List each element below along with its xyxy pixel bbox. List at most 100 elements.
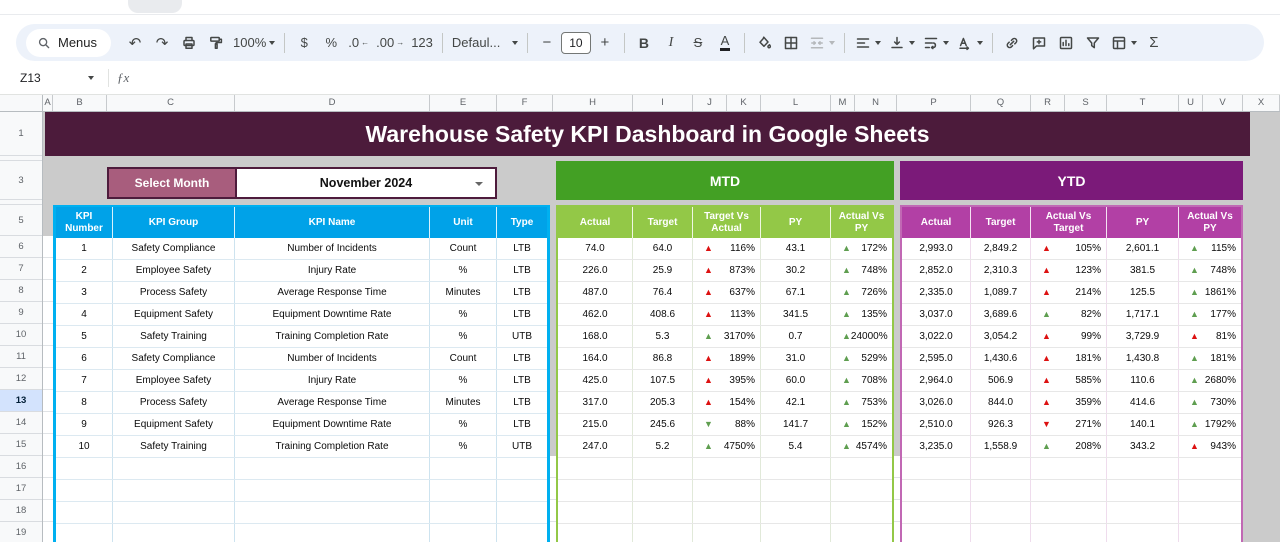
cell-ytd-avt[interactable]: ▲ 99% bbox=[1031, 326, 1107, 347]
font-size-input[interactable]: 10 bbox=[560, 31, 591, 54]
empty-cell[interactable] bbox=[633, 480, 693, 501]
cell-ytd-avpy[interactable]: ▲ 177% bbox=[1179, 304, 1241, 325]
cell-ytd-actual[interactable]: 3,235.0 bbox=[902, 436, 971, 457]
cell-ytd-py[interactable]: 140.1 bbox=[1107, 414, 1179, 435]
col-header-N[interactable]: N bbox=[855, 95, 897, 111]
cell-mtd-tva[interactable]: ▲ 113% bbox=[693, 304, 761, 325]
cell-ytd-avpy[interactable]: ▲ 748% bbox=[1179, 260, 1241, 281]
empty-cell[interactable] bbox=[971, 502, 1031, 523]
cell-mtd-py[interactable]: 60.0 bbox=[761, 370, 831, 391]
empty-cell[interactable] bbox=[902, 524, 971, 542]
cell-mtd-avpy[interactable]: ▲ 152% bbox=[831, 414, 892, 435]
empty-cell[interactable] bbox=[497, 502, 547, 523]
cell-mtd-target[interactable]: 5.2 bbox=[633, 436, 693, 457]
cell-kpi-group[interactable]: Employee Safety bbox=[113, 370, 235, 391]
row-header-14[interactable]: 14 bbox=[0, 412, 42, 434]
cell-kpi-type[interactable]: LTB bbox=[497, 414, 547, 435]
cell-mtd-avpy[interactable]: ▲ 4574% bbox=[831, 436, 892, 457]
cell-kpi-name[interactable]: Equipment Downtime Rate bbox=[235, 304, 430, 325]
cell-mtd-target[interactable]: 5.3 bbox=[633, 326, 693, 347]
cell-ytd-actual[interactable]: 2,595.0 bbox=[902, 348, 971, 369]
empty-cell[interactable] bbox=[1031, 502, 1107, 523]
cell-kpi-name[interactable]: Average Response Time bbox=[235, 392, 430, 413]
cell-mtd-py[interactable]: 341.5 bbox=[761, 304, 831, 325]
cell-ytd-avt[interactable]: ▲ 181% bbox=[1031, 348, 1107, 369]
empty-cell[interactable] bbox=[971, 524, 1031, 542]
empty-cell[interactable] bbox=[235, 502, 430, 523]
cell-ytd-avt[interactable]: ▲ 105% bbox=[1031, 238, 1107, 259]
cell-mtd-actual[interactable]: 462.0 bbox=[558, 304, 633, 325]
empty-cell[interactable] bbox=[693, 502, 761, 523]
cell-kpi-name[interactable]: Injury Rate bbox=[235, 370, 430, 391]
insert-chart-button[interactable] bbox=[1053, 30, 1079, 56]
mtd-header-py[interactable]: PY bbox=[761, 207, 831, 238]
ytd-header-actual-vs-target[interactable]: Actual Vs Target bbox=[1031, 207, 1107, 238]
col-header-H[interactable]: H bbox=[553, 95, 633, 111]
col-header-T[interactable]: T bbox=[1107, 95, 1179, 111]
empty-cell[interactable] bbox=[902, 480, 971, 501]
cell-kpi-group[interactable]: Safety Compliance bbox=[113, 348, 235, 369]
col-header-X[interactable]: X bbox=[1243, 95, 1280, 111]
col-header-K[interactable]: K bbox=[727, 95, 761, 111]
cell-kpi-number[interactable]: 9 bbox=[56, 414, 113, 435]
cell-mtd-py[interactable]: 0.7 bbox=[761, 326, 831, 347]
empty-cell[interactable] bbox=[497, 480, 547, 501]
cell-mtd-actual[interactable]: 168.0 bbox=[558, 326, 633, 347]
cell-kpi-group[interactable]: Safety Compliance bbox=[113, 238, 235, 259]
kpi-header-unit[interactable]: Unit bbox=[430, 207, 497, 238]
empty-cell[interactable] bbox=[693, 524, 761, 542]
empty-cell[interactable] bbox=[1031, 524, 1107, 542]
cell-ytd-avpy[interactable]: ▲ 2680% bbox=[1179, 370, 1241, 391]
cell-ytd-py[interactable]: 381.5 bbox=[1107, 260, 1179, 281]
col-header-D[interactable]: D bbox=[235, 95, 430, 111]
col-header-B[interactable]: B bbox=[53, 95, 107, 111]
empty-cell[interactable] bbox=[1179, 480, 1241, 501]
empty-cell[interactable] bbox=[497, 458, 547, 479]
cell-ytd-target[interactable]: 2,310.3 bbox=[971, 260, 1031, 281]
cell-mtd-avpy[interactable]: ▲ 529% bbox=[831, 348, 892, 369]
mtd-header-actual[interactable]: Actual bbox=[558, 207, 633, 238]
text-rotation-button[interactable] bbox=[953, 30, 986, 56]
cell-ytd-target[interactable]: 506.9 bbox=[971, 370, 1031, 391]
text-color-button[interactable]: A bbox=[712, 30, 738, 56]
vertical-align-button[interactable] bbox=[885, 30, 918, 56]
cell-mtd-target[interactable]: 76.4 bbox=[633, 282, 693, 303]
empty-cell[interactable] bbox=[831, 502, 892, 523]
empty-cell[interactable] bbox=[113, 524, 235, 542]
fill-color-button[interactable] bbox=[751, 30, 777, 56]
cell-mtd-avpy[interactable]: ▲ 24000% bbox=[831, 326, 892, 347]
empty-cell[interactable] bbox=[633, 502, 693, 523]
row-header-5[interactable]: 5 bbox=[0, 205, 42, 236]
cell-kpi-type[interactable]: UTB bbox=[497, 326, 547, 347]
text-wrap-button[interactable] bbox=[919, 30, 952, 56]
cell-ytd-py[interactable]: 343.2 bbox=[1107, 436, 1179, 457]
mtd-header-actual-vs-py[interactable]: Actual Vs PY bbox=[831, 207, 892, 238]
empty-cell[interactable] bbox=[430, 480, 497, 501]
row-header-6[interactable]: 6 bbox=[0, 236, 42, 258]
cell-mtd-tva[interactable]: ▼ 88% bbox=[693, 414, 761, 435]
ytd-header-actual[interactable]: Actual bbox=[902, 207, 971, 238]
cell-kpi-type[interactable]: UTB bbox=[497, 436, 547, 457]
cell-ytd-target[interactable]: 844.0 bbox=[971, 392, 1031, 413]
empty-cell[interactable] bbox=[831, 480, 892, 501]
cell-ytd-avpy[interactable]: ▲ 181% bbox=[1179, 348, 1241, 369]
row-header-9[interactable]: 9 bbox=[0, 302, 42, 324]
empty-cell[interactable] bbox=[430, 458, 497, 479]
cell-kpi-type[interactable]: LTB bbox=[497, 238, 547, 259]
empty-cell[interactable] bbox=[902, 502, 971, 523]
cell-mtd-tva[interactable]: ▲ 395% bbox=[693, 370, 761, 391]
cell-ytd-actual[interactable]: 2,964.0 bbox=[902, 370, 971, 391]
cell-ytd-avpy[interactable]: ▲ 943% bbox=[1179, 436, 1241, 457]
more-formats-button[interactable]: 123 bbox=[408, 30, 436, 56]
empty-cell[interactable] bbox=[831, 458, 892, 479]
cell-mtd-target[interactable]: 408.6 bbox=[633, 304, 693, 325]
bold-button[interactable]: B bbox=[631, 30, 657, 56]
col-header-F[interactable]: F bbox=[497, 95, 553, 111]
empty-cell[interactable] bbox=[558, 502, 633, 523]
cell-kpi-number[interactable]: 10 bbox=[56, 436, 113, 457]
empty-cell[interactable] bbox=[1107, 502, 1179, 523]
cell-kpi-name[interactable]: Number of Incidents bbox=[235, 238, 430, 259]
cell-kpi-group[interactable]: Equipment Safety bbox=[113, 414, 235, 435]
col-header-A[interactable]: A bbox=[43, 95, 53, 111]
cell-kpi-unit[interactable]: Minutes bbox=[430, 392, 497, 413]
